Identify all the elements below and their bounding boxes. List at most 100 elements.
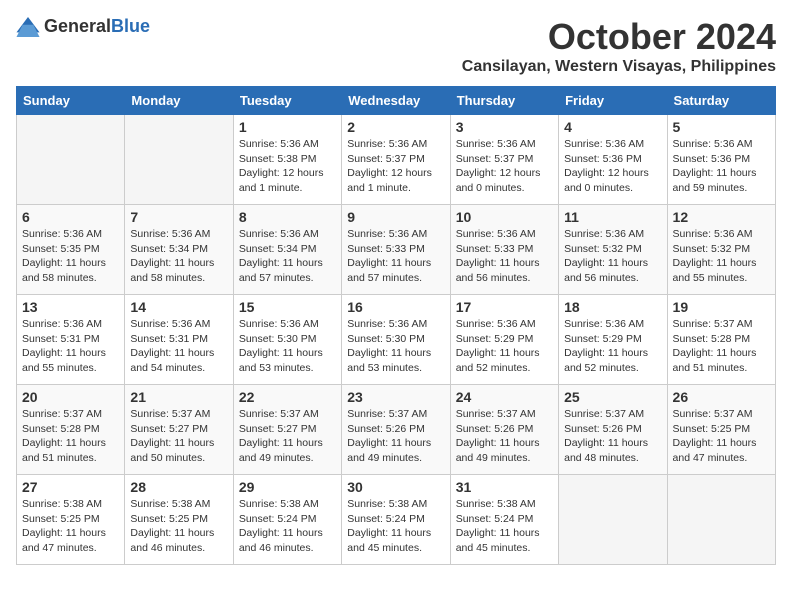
- table-row: 14 Sunrise: 5:36 AMSunset: 5:31 PMDayligh…: [125, 295, 233, 385]
- location-title: Cansilayan, Western Visayas, Philippines: [462, 58, 776, 76]
- day-info: Sunrise: 5:36 AMSunset: 5:31 PMDaylight:…: [22, 317, 119, 376]
- day-number: 29: [239, 479, 336, 495]
- table-row: 9 Sunrise: 5:36 AMSunset: 5:33 PMDaylight…: [342, 205, 450, 295]
- day-info: Sunrise: 5:36 AMSunset: 5:34 PMDaylight:…: [239, 227, 336, 286]
- table-row: 15 Sunrise: 5:36 AMSunset: 5:30 PMDayligh…: [233, 295, 341, 385]
- table-row: 19Sunrise: 5:37 AMSunset: 5:28 PMDayligh…: [667, 295, 775, 385]
- day-info: Sunrise: 5:38 AMSunset: 5:24 PMDaylight:…: [239, 497, 336, 556]
- table-row: 11 Sunrise: 5:36 AMSunset: 5:32 PMDayligh…: [559, 205, 667, 295]
- day-number: 14: [130, 299, 227, 315]
- table-row: 18 Sunrise: 5:36 AMSunset: 5:29 PMDayligh…: [559, 295, 667, 385]
- title-area: October 2024 Cansilayan, Western Visayas…: [462, 16, 776, 76]
- table-row: 30 Sunrise: 5:38 AMSunset: 5:24 PMDayligh…: [342, 475, 450, 565]
- day-number: 16: [347, 299, 444, 315]
- table-row: 24Sunrise: 5:37 AMSunset: 5:26 PMDayligh…: [450, 385, 558, 475]
- day-number: 1: [239, 119, 336, 135]
- day-number: 10: [456, 209, 553, 225]
- header: GeneralBlue October 2024 Cansilayan, Wes…: [16, 16, 776, 76]
- logo-blue: Blue: [111, 16, 150, 36]
- calendar-week-row: 6 Sunrise: 5:36 AMSunset: 5:35 PMDaylight…: [17, 205, 776, 295]
- table-row: 21Sunrise: 5:37 AMSunset: 5:27 PMDayligh…: [125, 385, 233, 475]
- day-info: Sunrise: 5:38 AMSunset: 5:24 PMDaylight:…: [347, 497, 444, 556]
- calendar-week-row: 13 Sunrise: 5:36 AMSunset: 5:31 PMDayligh…: [17, 295, 776, 385]
- table-row: 28 Sunrise: 5:38 AMSunset: 5:25 PMDayligh…: [125, 475, 233, 565]
- table-row: 26 Sunrise: 5:37 AMSunset: 5:25 PMDayligh…: [667, 385, 775, 475]
- day-info: Sunrise: 5:36 AMSunset: 5:30 PMDaylight:…: [239, 317, 336, 376]
- table-row: 8 Sunrise: 5:36 AMSunset: 5:34 PMDaylight…: [233, 205, 341, 295]
- day-number: 8: [239, 209, 336, 225]
- day-number: 21: [130, 389, 227, 405]
- table-row: 22Sunrise: 5:37 AMSunset: 5:27 PMDayligh…: [233, 385, 341, 475]
- logo: GeneralBlue: [16, 16, 150, 37]
- table-row: 20Sunrise: 5:37 AMSunset: 5:28 PMDayligh…: [17, 385, 125, 475]
- day-number: 18: [564, 299, 661, 315]
- day-info: Sunrise: 5:36 AMSunset: 5:34 PMDaylight:…: [130, 227, 227, 286]
- day-info: Sunrise: 5:36 AMSunset: 5:36 PMDaylight:…: [564, 137, 661, 196]
- table-row: 27 Sunrise: 5:38 AMSunset: 5:25 PMDayligh…: [17, 475, 125, 565]
- day-info: Sunrise: 5:36 AMSunset: 5:38 PMDaylight:…: [239, 137, 336, 196]
- calendar-header-row: Sunday Monday Tuesday Wednesday Thursday…: [17, 87, 776, 115]
- day-info: Sunrise: 5:38 AMSunset: 5:25 PMDaylight:…: [130, 497, 227, 556]
- day-number: 15: [239, 299, 336, 315]
- header-sunday: Sunday: [17, 87, 125, 115]
- logo-icon: [16, 17, 40, 37]
- day-info: Sunrise: 5:37 AMSunset: 5:26 PMDaylight:…: [456, 407, 553, 466]
- table-row: 29 Sunrise: 5:38 AMSunset: 5:24 PMDayligh…: [233, 475, 341, 565]
- day-number: 7: [130, 209, 227, 225]
- day-info: Sunrise: 5:36 AMSunset: 5:35 PMDaylight:…: [22, 227, 119, 286]
- day-info: Sunrise: 5:36 AMSunset: 5:31 PMDaylight:…: [130, 317, 227, 376]
- day-info: Sunrise: 5:36 AMSunset: 5:33 PMDaylight:…: [347, 227, 444, 286]
- header-saturday: Saturday: [667, 87, 775, 115]
- table-row: 5Sunrise: 5:36 AMSunset: 5:36 PMDaylight…: [667, 115, 775, 205]
- table-row: 23Sunrise: 5:37 AMSunset: 5:26 PMDayligh…: [342, 385, 450, 475]
- calendar-table: Sunday Monday Tuesday Wednesday Thursday…: [16, 86, 776, 565]
- table-row: 16 Sunrise: 5:36 AMSunset: 5:30 PMDayligh…: [342, 295, 450, 385]
- day-info: Sunrise: 5:36 AMSunset: 5:32 PMDaylight:…: [564, 227, 661, 286]
- table-row: [125, 115, 233, 205]
- day-number: 13: [22, 299, 119, 315]
- day-info: Sunrise: 5:36 AMSunset: 5:36 PMDaylight:…: [673, 137, 770, 196]
- table-row: 6 Sunrise: 5:36 AMSunset: 5:35 PMDaylight…: [17, 205, 125, 295]
- day-number: 2: [347, 119, 444, 135]
- day-number: 4: [564, 119, 661, 135]
- day-number: 3: [456, 119, 553, 135]
- logo-general: General: [44, 16, 111, 36]
- day-info: Sunrise: 5:36 AMSunset: 5:37 PMDaylight:…: [456, 137, 553, 196]
- day-number: 26: [673, 389, 770, 405]
- day-number: 30: [347, 479, 444, 495]
- day-info: Sunrise: 5:36 AMSunset: 5:37 PMDaylight:…: [347, 137, 444, 196]
- day-number: 22: [239, 389, 336, 405]
- table-row: 31Sunrise: 5:38 AMSunset: 5:24 PMDayligh…: [450, 475, 558, 565]
- table-row: 10Sunrise: 5:36 AMSunset: 5:33 PMDayligh…: [450, 205, 558, 295]
- table-row: 3 Sunrise: 5:36 AMSunset: 5:37 PMDaylight…: [450, 115, 558, 205]
- day-info: Sunrise: 5:38 AMSunset: 5:25 PMDaylight:…: [22, 497, 119, 556]
- day-number: 9: [347, 209, 444, 225]
- table-row: 7 Sunrise: 5:36 AMSunset: 5:34 PMDaylight…: [125, 205, 233, 295]
- day-number: 25: [564, 389, 661, 405]
- table-row: 12 Sunrise: 5:36 AMSunset: 5:32 PMDayligh…: [667, 205, 775, 295]
- day-number: 12: [673, 209, 770, 225]
- header-tuesday: Tuesday: [233, 87, 341, 115]
- day-info: Sunrise: 5:37 AMSunset: 5:25 PMDaylight:…: [673, 407, 770, 466]
- day-number: 11: [564, 209, 661, 225]
- day-info: Sunrise: 5:37 AMSunset: 5:26 PMDaylight:…: [564, 407, 661, 466]
- table-row: 2 Sunrise: 5:36 AMSunset: 5:37 PMDaylight…: [342, 115, 450, 205]
- table-row: 25 Sunrise: 5:37 AMSunset: 5:26 PMDayligh…: [559, 385, 667, 475]
- table-row: [559, 475, 667, 565]
- header-wednesday: Wednesday: [342, 87, 450, 115]
- day-info: Sunrise: 5:36 AMSunset: 5:29 PMDaylight:…: [564, 317, 661, 376]
- table-row: 17Sunrise: 5:36 AMSunset: 5:29 PMDayligh…: [450, 295, 558, 385]
- day-info: Sunrise: 5:36 AMSunset: 5:29 PMDaylight:…: [456, 317, 553, 376]
- table-row: 13 Sunrise: 5:36 AMSunset: 5:31 PMDayligh…: [17, 295, 125, 385]
- header-friday: Friday: [559, 87, 667, 115]
- day-info: Sunrise: 5:36 AMSunset: 5:30 PMDaylight:…: [347, 317, 444, 376]
- month-title: October 2024: [462, 16, 776, 58]
- calendar-week-row: 20Sunrise: 5:37 AMSunset: 5:28 PMDayligh…: [17, 385, 776, 475]
- day-number: 6: [22, 209, 119, 225]
- calendar-week-row: 1 Sunrise: 5:36 AMSunset: 5:38 PMDaylight…: [17, 115, 776, 205]
- day-info: Sunrise: 5:36 AMSunset: 5:32 PMDaylight:…: [673, 227, 770, 286]
- day-info: Sunrise: 5:37 AMSunset: 5:28 PMDaylight:…: [673, 317, 770, 376]
- table-row: 1 Sunrise: 5:36 AMSunset: 5:38 PMDaylight…: [233, 115, 341, 205]
- day-number: 27: [22, 479, 119, 495]
- day-number: 28: [130, 479, 227, 495]
